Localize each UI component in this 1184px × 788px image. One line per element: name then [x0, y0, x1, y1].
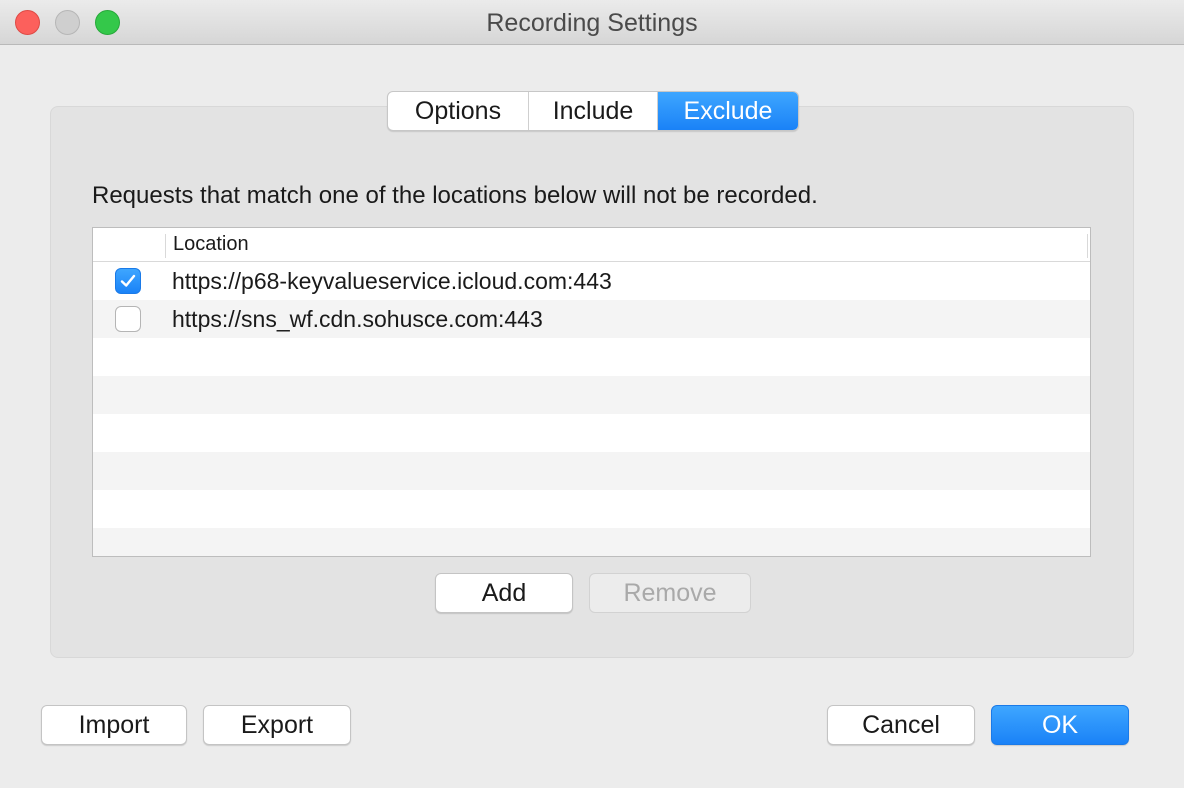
empty-row — [93, 376, 1090, 414]
row-checkbox[interactable] — [115, 268, 141, 294]
title-bar: Recording Settings — [0, 0, 1184, 45]
tab-options[interactable]: Options — [388, 92, 529, 130]
empty-row — [93, 452, 1090, 490]
column-separator — [165, 234, 166, 258]
column-header-location[interactable]: Location — [173, 233, 249, 256]
checkmark-icon — [120, 274, 136, 287]
ok-button[interactable]: OK — [991, 705, 1129, 745]
tab-bar: Options Include Exclude — [387, 91, 799, 131]
tab-include[interactable]: Include — [529, 92, 658, 130]
table-row[interactable]: https://p68-keyvalueservice.icloud.com:4… — [93, 262, 1090, 300]
add-button[interactable]: Add — [435, 573, 573, 613]
location-table[interactable]: Location https://p68-keyvalueservice.icl… — [92, 227, 1091, 557]
empty-row — [93, 528, 1090, 556]
row-location: https://p68-keyvalueservice.icloud.com:4… — [172, 268, 612, 294]
column-separator — [1087, 234, 1088, 258]
exclude-description: Requests that match one of the locations… — [92, 182, 818, 209]
export-button[interactable]: Export — [203, 705, 351, 745]
row-checkbox[interactable] — [115, 306, 141, 332]
remove-button[interactable]: Remove — [589, 573, 751, 613]
table-row[interactable]: https://sns_wf.cdn.sohusce.com:443 — [93, 300, 1090, 338]
tab-exclude[interactable]: Exclude — [658, 92, 798, 130]
recording-settings-window: Recording Settings Options Include Exclu… — [0, 0, 1184, 788]
cancel-button[interactable]: Cancel — [827, 705, 975, 745]
empty-row — [93, 490, 1090, 528]
row-location: https://sns_wf.cdn.sohusce.com:443 — [172, 306, 543, 332]
table-header: Location — [93, 228, 1090, 262]
import-button[interactable]: Import — [41, 705, 187, 745]
empty-row — [93, 414, 1090, 452]
table-rows: https://p68-keyvalueservice.icloud.com:4… — [93, 262, 1090, 556]
window-title: Recording Settings — [486, 9, 698, 37]
empty-row — [93, 338, 1090, 376]
